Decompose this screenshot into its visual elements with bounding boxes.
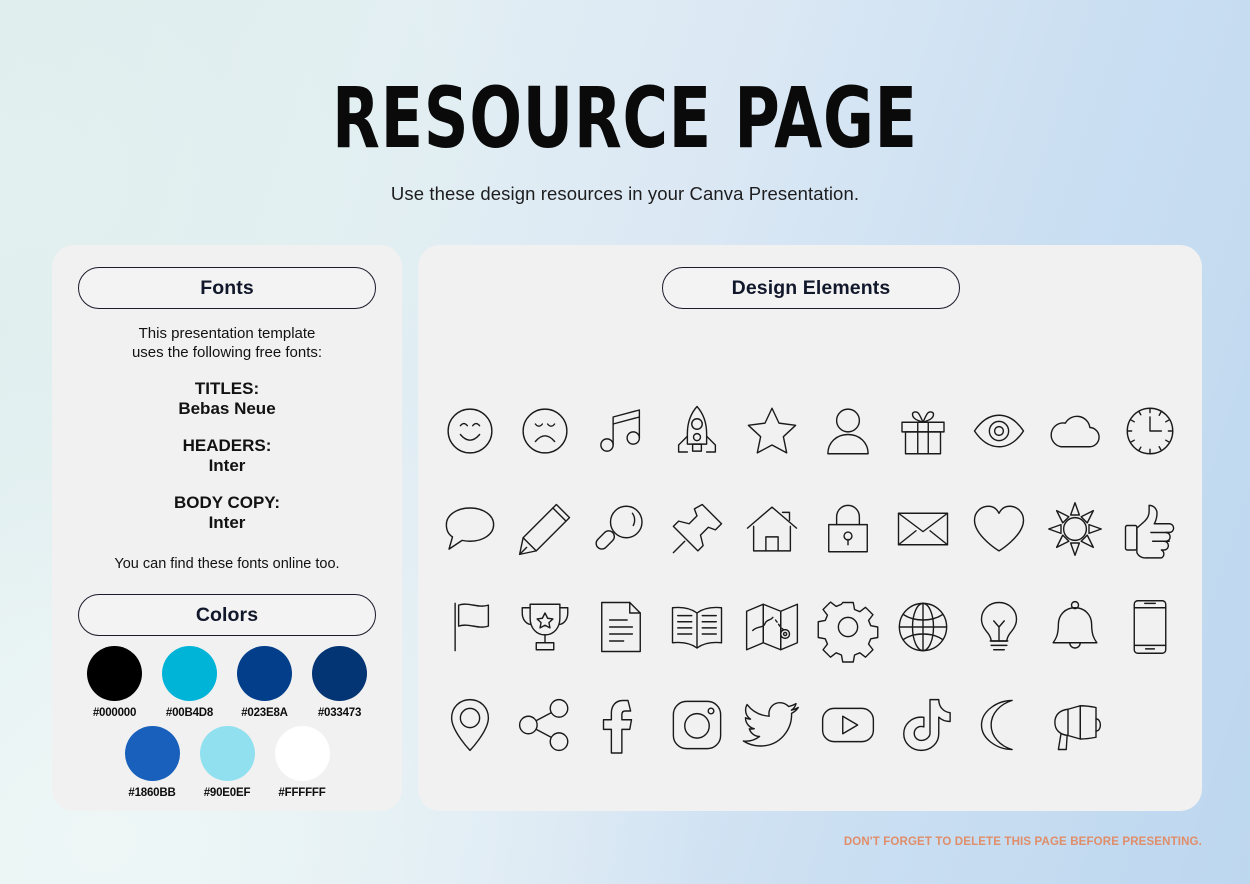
- sad-face-icon[interactable]: [517, 403, 573, 459]
- delete-page-warning: DON'T FORGET TO DELETE THIS PAGE BEFORE …: [843, 836, 1202, 848]
- pencil-icon[interactable]: [517, 501, 573, 557]
- rocket-icon[interactable]: [669, 403, 725, 459]
- design-elements-icon-grid: [432, 382, 1188, 774]
- flag-icon[interactable]: [442, 599, 498, 655]
- heart-icon[interactable]: [971, 501, 1027, 557]
- swatch-white-hex: #FFFFFF: [278, 787, 326, 799]
- megaphone-icon[interactable]: [1047, 697, 1103, 753]
- pushpin-icon[interactable]: [669, 501, 725, 557]
- color-swatch[interactable]: #90E0EF: [199, 726, 255, 799]
- color-swatch[interactable]: #00B4D8: [162, 646, 217, 719]
- house-icon[interactable]: [744, 501, 800, 557]
- smartphone-icon[interactable]: [1122, 599, 1178, 655]
- globe-icon[interactable]: [895, 599, 951, 655]
- envelope-icon[interactable]: [895, 501, 951, 557]
- swatch-navy-dot: [237, 646, 292, 701]
- speech-bubble-icon[interactable]: [442, 501, 498, 557]
- twitter-icon[interactable]: [742, 697, 800, 753]
- design-elements-heading-label: Design Elements: [731, 276, 891, 299]
- font-group-titles: TITLES: Bebas Neue: [78, 379, 376, 419]
- swatch-cyan-hex: #00B4D8: [165, 707, 214, 719]
- person-icon[interactable]: [820, 403, 876, 459]
- smiley-face-icon[interactable]: [442, 403, 498, 459]
- fonts-intro-line-1: This presentation template: [138, 325, 316, 342]
- color-swatch[interactable]: #033473: [312, 646, 367, 719]
- font-group-titles-value: Bebas Neue: [178, 399, 276, 418]
- colors-heading-pill: Colors: [78, 594, 376, 636]
- bell-icon[interactable]: [1047, 599, 1103, 655]
- eye-icon[interactable]: [971, 403, 1027, 459]
- font-group-titles-label: TITLES:: [194, 379, 260, 398]
- fonts-outro-text: You can find these fonts online too.: [114, 556, 340, 572]
- facebook-icon[interactable]: [593, 697, 649, 754]
- gift-icon[interactable]: [895, 403, 951, 459]
- font-group-body-copy-label: BODY COPY:: [173, 493, 281, 512]
- trophy-icon[interactable]: [517, 599, 573, 655]
- swatch-navy-hex: #023E8A: [241, 707, 288, 719]
- swatch-light-blue-dot: [199, 726, 255, 781]
- magnifying-glass-icon[interactable]: [593, 501, 649, 557]
- page-title: RESOURCE PAGE: [332, 69, 918, 167]
- color-swatch[interactable]: #1860BB: [124, 726, 180, 799]
- color-swatch-row-2: #1860BB #90E0EF #FFFFFF: [78, 726, 376, 799]
- instagram-icon[interactable]: [669, 697, 725, 753]
- lightbulb-icon[interactable]: [971, 599, 1027, 655]
- design-elements-heading-pill: Design Elements: [662, 267, 960, 309]
- share-icon[interactable]: [517, 697, 573, 753]
- swatch-black-dot: [87, 646, 142, 701]
- swatch-blue-hex: #1860BB: [128, 787, 176, 799]
- moon-icon[interactable]: [971, 697, 1027, 753]
- swatch-black-hex: #000000: [92, 707, 137, 719]
- swatch-blue-dot: [124, 726, 180, 781]
- color-swatch[interactable]: #000000: [87, 646, 142, 719]
- font-group-headers: HEADERS: Inter: [78, 436, 376, 476]
- fonts-heading-label: Fonts: [200, 276, 254, 299]
- swatch-white-dot: [274, 726, 330, 781]
- swatch-light-blue-hex: #90E0EF: [203, 787, 251, 799]
- youtube-icon[interactable]: [820, 697, 876, 753]
- fonts-intro-line-2: uses the following free fonts:: [131, 344, 323, 361]
- lock-icon[interactable]: [820, 501, 876, 557]
- gear-icon[interactable]: [817, 599, 879, 663]
- music-note-icon[interactable]: [593, 403, 649, 459]
- book-icon[interactable]: [669, 599, 725, 655]
- map-icon[interactable]: [744, 599, 800, 655]
- colors-heading-label: Colors: [195, 603, 259, 626]
- sun-icon[interactable]: [1047, 501, 1103, 557]
- color-swatch[interactable]: #FFFFFF: [274, 726, 330, 799]
- cloud-icon[interactable]: [1047, 403, 1103, 459]
- swatch-cyan-dot: [162, 646, 217, 701]
- color-swatch[interactable]: #023E8A: [237, 646, 292, 719]
- location-pin-icon[interactable]: [442, 697, 498, 753]
- clock-icon[interactable]: [1122, 403, 1178, 459]
- swatch-dark-navy-dot: [312, 646, 367, 701]
- color-swatch-row-1: #000000 #00B4D8 #023E8A #033473: [78, 646, 376, 719]
- font-group-headers-label: HEADERS:: [182, 436, 272, 455]
- document-icon[interactable]: [593, 599, 649, 655]
- fonts-heading-pill: Fonts: [78, 267, 376, 309]
- font-group-body-copy: BODY COPY: Inter: [78, 493, 376, 533]
- tiktok-icon[interactable]: [895, 697, 952, 753]
- thumbs-up-icon[interactable]: [1122, 501, 1178, 559]
- font-group-headers-value: Inter: [208, 456, 246, 475]
- swatch-dark-navy-hex: #033473: [317, 707, 362, 719]
- page-subtitle: Use these design resources in your Canva…: [390, 183, 860, 204]
- fonts-body: This presentation template uses the foll…: [78, 324, 376, 573]
- font-group-body-copy-value: Inter: [208, 513, 246, 532]
- star-icon[interactable]: [744, 403, 800, 459]
